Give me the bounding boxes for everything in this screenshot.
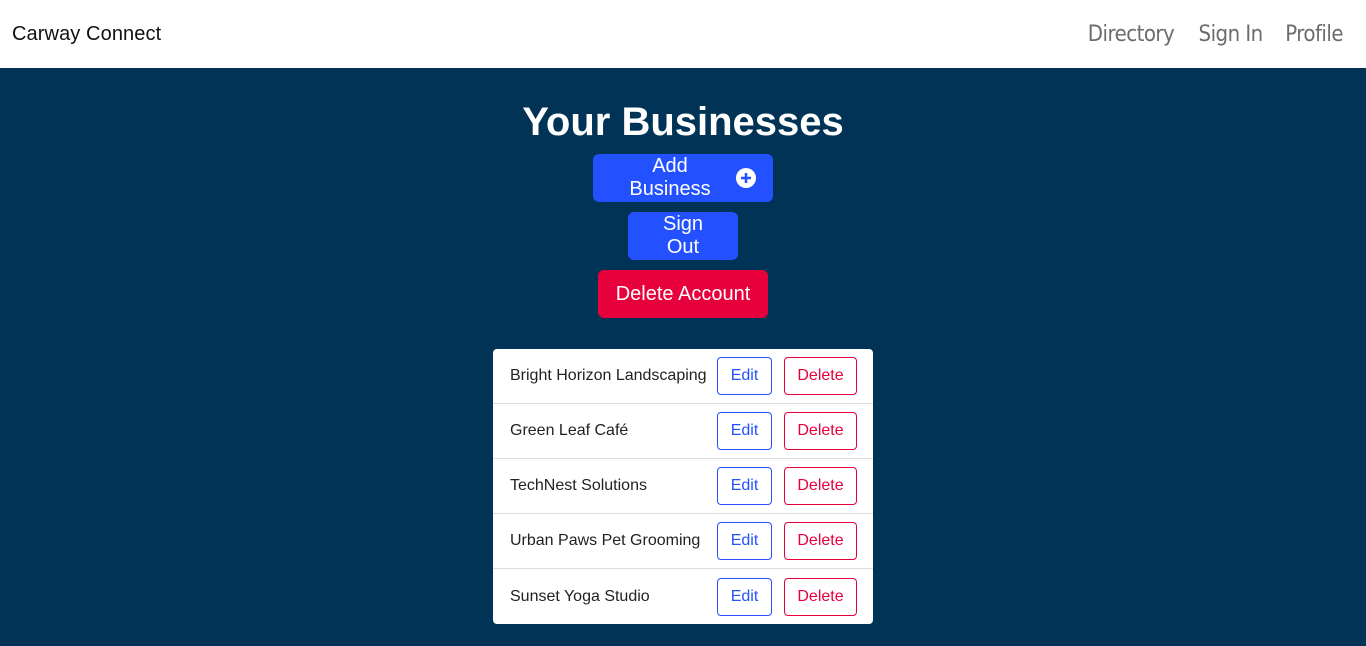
business-list: Bright Horizon Landscaping Edit Delete G… [493,349,873,624]
nav-links: Directory Sign In Profile [1083,22,1346,47]
edit-button[interactable]: Edit [717,522,772,560]
list-item: TechNest Solutions Edit Delete [493,459,873,514]
brand-link[interactable]: Carway Connect [12,23,161,46]
nav-link-profile[interactable]: Profile [1285,22,1343,47]
edit-button[interactable]: Edit [717,467,772,505]
top-navbar: Carway Connect Directory Sign In Profile [0,0,1366,68]
delete-account-button[interactable]: Delete Account [598,270,768,318]
list-item: Bright Horizon Landscaping Edit Delete [493,349,873,404]
delete-button[interactable]: Delete [784,412,857,450]
edit-button[interactable]: Edit [717,412,772,450]
sign-out-button[interactable]: Sign Out [628,212,738,260]
add-business-label: Add Business [629,155,711,200]
business-name: TechNest Solutions [510,477,647,494]
delete-button[interactable]: Delete [784,357,857,395]
nav-link-sign-in[interactable]: Sign In [1198,22,1263,47]
list-item: Urban Paws Pet Grooming Edit Delete [493,514,873,569]
list-item: Green Leaf Café Edit Delete [493,404,873,459]
business-name: Sunset Yoga Studio [510,587,650,605]
delete-button[interactable]: Delete [784,467,857,505]
business-name: Bright Horizon Landscaping [510,367,707,384]
edit-button[interactable]: Edit [717,357,772,395]
delete-button[interactable]: Delete [784,577,857,616]
page-title: Your Businesses [522,100,844,144]
nav-link-directory[interactable]: Directory [1087,22,1174,47]
main-content: Your Businesses Add Business Sign Out De… [0,68,1366,646]
plus-circle-icon [736,168,756,188]
delete-button[interactable]: Delete [784,522,857,560]
list-item: Sunset Yoga Studio Edit Delete [493,569,873,624]
add-business-button[interactable]: Add Business [593,154,773,202]
edit-button[interactable]: Edit [717,577,772,616]
business-name: Green Leaf Café [510,422,629,439]
business-name: Urban Paws Pet Grooming [510,532,701,549]
